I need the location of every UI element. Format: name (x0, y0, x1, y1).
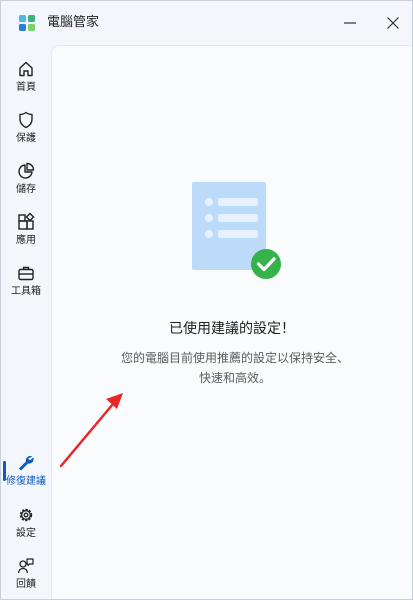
sidebar-item-label: 首頁 (16, 82, 36, 93)
document-check-illustration (192, 182, 281, 279)
sidebar-item-label: 儲存 (16, 184, 36, 195)
sidebar-item-settings[interactable]: 設定 (1, 503, 51, 549)
status-description: 您的電腦目前使用推薦的設定以保持安全、快速和高效。 (120, 351, 349, 385)
pie-chart-icon (18, 162, 35, 179)
sidebar-item-toolbox[interactable]: 工具箱 (1, 261, 51, 307)
toolbox-icon (18, 266, 34, 281)
close-button[interactable] (381, 11, 405, 35)
sidebar-item-label: 保護 (16, 133, 36, 144)
sidebar-item-home[interactable]: 首頁 (1, 57, 51, 103)
shield-icon (19, 111, 33, 129)
sidebar-item-feedback[interactable]: 回饋 (1, 554, 51, 599)
title-bar: 電腦管家 (1, 1, 412, 45)
sidebar-item-label: 回饋 (16, 579, 36, 590)
home-icon (19, 61, 33, 77)
sidebar-item-apps[interactable]: 應用 (1, 210, 51, 256)
app-window: 電腦管家 首頁 保護 儲存 應用 工具箱 修復建議 設定 回饋 已使用建議的設定… (0, 0, 413, 600)
active-indicator (3, 461, 6, 481)
feedback-icon (17, 558, 34, 574)
sidebar-item-label: 工具箱 (11, 286, 41, 297)
sidebar-item-label: 修復建議 (6, 476, 46, 487)
sidebar-nav: 首頁 保護 儲存 應用 工具箱 修復建議 設定 回饋 (1, 45, 51, 599)
gear-icon (19, 508, 33, 522)
sidebar-item-label: 設定 (16, 528, 36, 539)
close-icon (387, 17, 399, 29)
wrench-icon (19, 455, 34, 471)
sidebar-item-fix-suggestions[interactable]: 修復建議 (1, 451, 51, 497)
apps-icon (18, 212, 35, 230)
app-logo-icon (19, 15, 35, 31)
app-title: 電腦管家 (47, 15, 100, 30)
sidebar-item-storage[interactable]: 儲存 (1, 159, 51, 205)
minimize-icon (344, 22, 356, 24)
sidebar-item-protection[interactable]: 保護 (1, 108, 51, 154)
status-heading: 已使用建議的設定！ (169, 321, 295, 337)
main-content: 已使用建議的設定！ 您的電腦目前使用推薦的設定以保持安全、快速和高效。 (51, 45, 412, 599)
minimize-button[interactable] (338, 11, 362, 35)
sidebar-item-label: 應用 (16, 235, 36, 246)
